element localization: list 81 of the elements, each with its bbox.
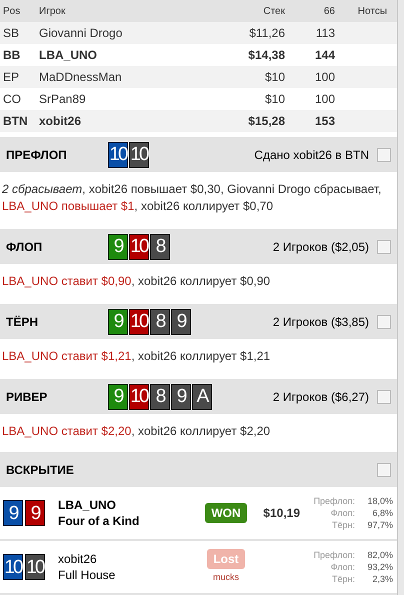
playing-card: 8 bbox=[150, 308, 170, 334]
table-cell-text: 113 bbox=[314, 25, 335, 42]
equity-label: Флоп: bbox=[330, 507, 355, 519]
playing-card: 9 bbox=[108, 234, 128, 260]
table-cell-text: MaDDnessMan bbox=[39, 69, 123, 86]
playing-card: 10 bbox=[129, 234, 149, 260]
playing-card: 10 bbox=[129, 308, 149, 334]
table-cell-text: EP bbox=[2, 69, 20, 86]
table-cell-text: $11,26 bbox=[248, 25, 285, 42]
street-title: ВСКРЫТИЕ bbox=[6, 462, 74, 478]
hand-rank: Full House bbox=[58, 567, 116, 583]
equity-label: Префлоп: bbox=[314, 495, 355, 507]
column-header: Стек bbox=[262, 4, 285, 18]
playing-card: A bbox=[192, 384, 212, 410]
playing-card: 9 bbox=[108, 384, 128, 410]
playing-card: 10 bbox=[129, 384, 149, 410]
table-cell-text: BB bbox=[2, 47, 22, 64]
action-text: LBA_UNO ставит $0,90, xobit26 коллирует $0,90 bbox=[1, 273, 272, 290]
playing-card: 8 bbox=[150, 234, 170, 260]
result-badge: WON bbox=[205, 503, 247, 523]
equity-value: 6,8% bbox=[371, 507, 393, 519]
playing-card: 10 bbox=[3, 554, 23, 580]
street-title: РИВЕР bbox=[6, 388, 48, 406]
muck-label: mucks bbox=[212, 571, 239, 584]
table-cell-text: 153 bbox=[314, 113, 335, 130]
column-header: Игрок bbox=[39, 4, 66, 18]
playing-card: 9 bbox=[3, 500, 23, 526]
equity-value: 93,2% bbox=[366, 561, 393, 573]
playing-card: 8 bbox=[150, 384, 170, 410]
table-cell-text: BTN bbox=[2, 113, 29, 130]
equity-value: 2,3% bbox=[371, 573, 393, 585]
action-text: 2 сбрасывает, xobit26 повышает $0,30, Giovanni Drogo сбрасывает, LBA_UNO повышает $1, xobit26 коллирует $0,70 bbox=[1, 181, 382, 215]
table-cell-text: SB bbox=[2, 25, 20, 42]
table-cell-text: 144 bbox=[314, 47, 335, 64]
playing-card: 10 bbox=[108, 142, 128, 168]
table-cell-text: $14,38 bbox=[247, 47, 285, 64]
note-checkbox[interactable] bbox=[377, 390, 391, 404]
table-cell-text: $10 bbox=[264, 69, 285, 86]
action-text: LBA_UNO ставит $2,20, xobit26 коллирует $2,20 bbox=[1, 423, 272, 440]
note-checkbox[interactable] bbox=[377, 462, 391, 476]
playing-card: 10 bbox=[129, 142, 149, 168]
table-cell-text: 100 bbox=[314, 69, 335, 86]
equity-label: Тёрн: bbox=[332, 519, 355, 531]
table-cell-text: xobit26 bbox=[39, 113, 82, 130]
note-checkbox[interactable] bbox=[377, 314, 391, 328]
street-title: ТЁРН bbox=[6, 314, 40, 330]
table-cell-text: 100 bbox=[314, 91, 335, 108]
equity-value: 97,7% bbox=[366, 519, 393, 531]
note-checkbox[interactable] bbox=[377, 240, 391, 254]
playing-card: 9 bbox=[108, 308, 128, 334]
street-info: 2 Игроков ($6,27) bbox=[272, 388, 369, 406]
note-checkbox[interactable] bbox=[377, 148, 391, 162]
won-amount: $10,19 bbox=[262, 505, 300, 522]
street-info: 2 Игроков ($2,05) bbox=[272, 238, 369, 256]
table-cell-text: LBA_UNO bbox=[39, 47, 98, 64]
equity-label: Префлоп: bbox=[314, 549, 355, 561]
playing-card: 10 bbox=[25, 554, 45, 580]
table-cell-text: CO bbox=[2, 91, 22, 108]
column-header: 66 bbox=[322, 4, 335, 18]
playing-card: 9 bbox=[171, 308, 191, 334]
table-cell-text: Giovanni Drogo bbox=[39, 25, 124, 42]
table-cell-text: $10 bbox=[264, 91, 285, 108]
action-text: LBA_UNO ставит $1,21, xobit26 коллирует $1,21 bbox=[1, 348, 272, 365]
equity-value: 82,0% bbox=[366, 549, 393, 561]
table-cell-text: SrPan89 bbox=[39, 91, 87, 108]
result-badge: Lost bbox=[207, 549, 245, 570]
player-name: LBA_UNO bbox=[58, 497, 118, 513]
street-info: 2 Игроков ($3,85) bbox=[272, 314, 369, 330]
equity-label: Тёрн: bbox=[332, 573, 355, 585]
equity-value: 18,0% bbox=[366, 495, 393, 507]
hand-rank: Four of a Kind bbox=[58, 513, 140, 529]
table-cell-text: $15,28 bbox=[247, 113, 285, 130]
playing-card: 9 bbox=[171, 384, 191, 410]
street-info: Сдано xobit26 в BTN bbox=[254, 146, 369, 164]
column-header: Нотсы bbox=[356, 4, 388, 18]
equity-label: Флоп: bbox=[330, 561, 355, 573]
column-header: Pos bbox=[2, 4, 22, 18]
street-title: ФЛОП bbox=[6, 238, 44, 256]
playing-card: 9 bbox=[25, 500, 45, 526]
player-name: xobit26 bbox=[58, 551, 98, 567]
street-title: ПРЕФЛОП bbox=[6, 146, 68, 164]
